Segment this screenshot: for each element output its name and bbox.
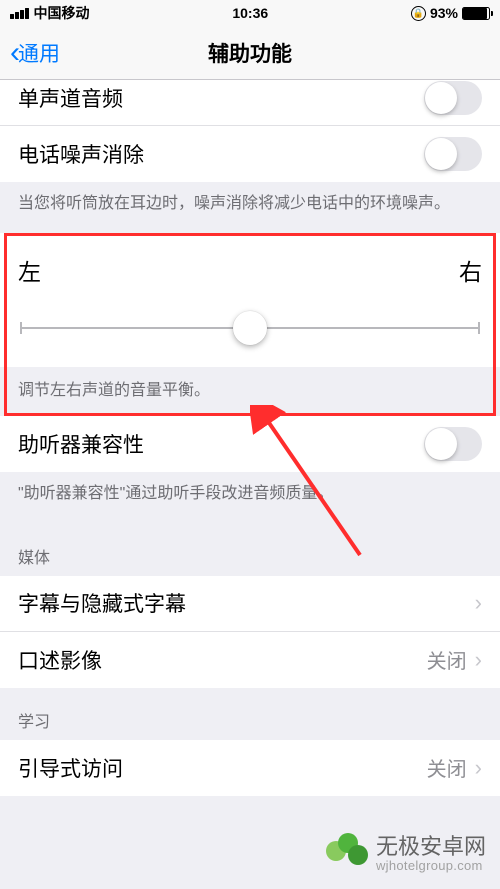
mono-audio-toggle[interactable] xyxy=(424,81,482,115)
back-button[interactable]: ‹ 通用 xyxy=(10,38,60,68)
hearing-aid-toggle[interactable] xyxy=(424,427,482,461)
cellular-signal-icon xyxy=(10,8,29,19)
carrier-label: 中国移动 xyxy=(34,3,90,23)
balance-right-label: 右 xyxy=(459,253,482,287)
hearing-aid-footer: "助听器兼容性"通过助听手段改进音频质量。 xyxy=(0,472,500,523)
noise-cancel-toggle[interactable] xyxy=(424,137,482,171)
watermark-url: wjhotelgroup.com xyxy=(376,859,486,873)
back-label: 通用 xyxy=(18,38,60,68)
watermark: 无极安卓网 wjhotelgroup.com xyxy=(326,833,486,875)
watermark-title: 无极安卓网 xyxy=(376,835,486,859)
audio-desc-value: 关闭 xyxy=(427,645,467,674)
mono-audio-label: 单声道音频 xyxy=(18,83,123,113)
clock: 10:36 xyxy=(232,5,268,21)
balance-left-label: 左 xyxy=(18,253,41,287)
chevron-right-icon: › xyxy=(475,647,482,673)
navigation-bar: ‹ 通用 辅助功能 xyxy=(0,26,500,80)
status-right: 🔒 93% xyxy=(411,5,490,21)
battery-percent: 93% xyxy=(430,5,458,21)
chevron-right-icon: › xyxy=(475,590,482,616)
guided-access-row[interactable]: 引导式访问 关闭 › xyxy=(0,740,500,796)
noise-cancel-row[interactable]: 电话噪声消除 xyxy=(0,126,500,182)
page-title: 辅助功能 xyxy=(208,38,292,68)
watermark-logo-icon xyxy=(326,833,368,875)
audio-desc-label: 口述影像 xyxy=(18,645,102,675)
noise-cancel-footer: 当您将听筒放在耳边时，噪声消除将减少电话中的环境噪声。 xyxy=(0,182,500,233)
guided-access-label: 引导式访问 xyxy=(18,753,123,783)
hearing-aid-label: 助听器兼容性 xyxy=(18,429,144,459)
media-header: 媒体 xyxy=(0,524,500,576)
guided-access-value: 关闭 xyxy=(427,753,467,782)
balance-section: 左 右 调节左右声道的音量平衡。 xyxy=(0,233,500,416)
chevron-right-icon: › xyxy=(475,755,482,781)
subtitles-row[interactable]: 字幕与隐藏式字幕 › xyxy=(0,576,500,632)
battery-icon xyxy=(462,7,490,20)
orientation-lock-icon: 🔒 xyxy=(411,6,426,21)
slider-thumb[interactable] xyxy=(233,311,267,345)
status-left: 中国移动 xyxy=(10,3,90,23)
learning-header: 学习 xyxy=(0,688,500,740)
balance-slider[interactable] xyxy=(18,313,482,343)
subtitles-label: 字幕与隐藏式字幕 xyxy=(18,588,186,618)
balance-footer: 调节左右声道的音量平衡。 xyxy=(0,367,500,416)
status-bar: 中国移动 10:36 🔒 93% xyxy=(0,0,500,26)
audio-desc-row[interactable]: 口述影像 关闭 › xyxy=(0,632,500,688)
hearing-aid-row[interactable]: 助听器兼容性 xyxy=(0,416,500,472)
noise-cancel-label: 电话噪声消除 xyxy=(18,139,144,169)
